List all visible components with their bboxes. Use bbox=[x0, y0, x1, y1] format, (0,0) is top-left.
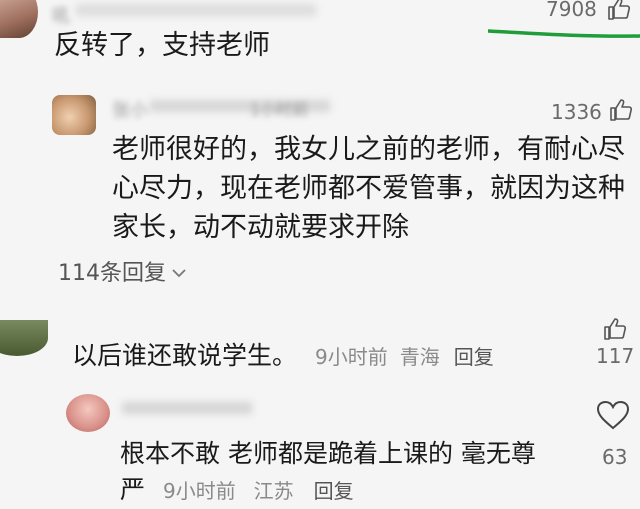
comment-text: 根本不敢 老师都是跪着上课的 毫无尊严 9小时前 江苏 回复 bbox=[120, 436, 550, 509]
reply-button[interactable]: 回复 bbox=[454, 341, 494, 370]
comment-time: 9小时前 bbox=[315, 345, 388, 369]
blurred-meta bbox=[76, 4, 316, 16]
heart-icon[interactable] bbox=[596, 400, 630, 430]
username-blurred[interactable] bbox=[122, 402, 252, 414]
comment-text: 反转了，支持老师 bbox=[54, 30, 270, 61]
highlight-underline bbox=[488, 29, 640, 38]
username-blurred[interactable]: 张小 bbox=[112, 96, 148, 122]
comment-text: 老师很好的，我女儿之前的老师，有耐心尽心尽力，现在老师都不爱管事，就因为这种家长… bbox=[112, 134, 625, 243]
comment-text: 以后谁还敢说学生。 bbox=[72, 341, 298, 370]
time-blurred: 1小时前 bbox=[250, 100, 309, 119]
avatar[interactable] bbox=[66, 394, 110, 432]
avatar[interactable] bbox=[0, 320, 48, 356]
reply-button[interactable]: 回复 bbox=[314, 479, 354, 503]
comment-time: 9小时前 bbox=[162, 479, 236, 503]
comment-row: 以后谁还敢说学生。 9小时前 青海 回复 bbox=[72, 336, 494, 375]
thumb-up-icon[interactable] bbox=[607, 0, 631, 20]
replies-count-label: 114条回复 bbox=[58, 261, 166, 286]
username-blurred[interactable]: 吼 bbox=[52, 2, 70, 28]
avatar[interactable] bbox=[0, 0, 38, 38]
like-count: 1336 bbox=[551, 100, 602, 124]
thumb-up-icon[interactable] bbox=[609, 99, 633, 121]
thumb-up-icon[interactable] bbox=[603, 318, 627, 340]
like-count: 63 bbox=[602, 445, 628, 469]
comment-location: 江苏 bbox=[253, 479, 294, 503]
like-count: 117 bbox=[596, 344, 635, 368]
like-count: 7908 bbox=[546, 0, 597, 21]
view-replies-link[interactable]: 114条回复 bbox=[58, 255, 186, 287]
chevron-down-icon bbox=[172, 259, 186, 284]
avatar[interactable] bbox=[52, 95, 96, 135]
comment-location: 青海 bbox=[399, 345, 440, 369]
